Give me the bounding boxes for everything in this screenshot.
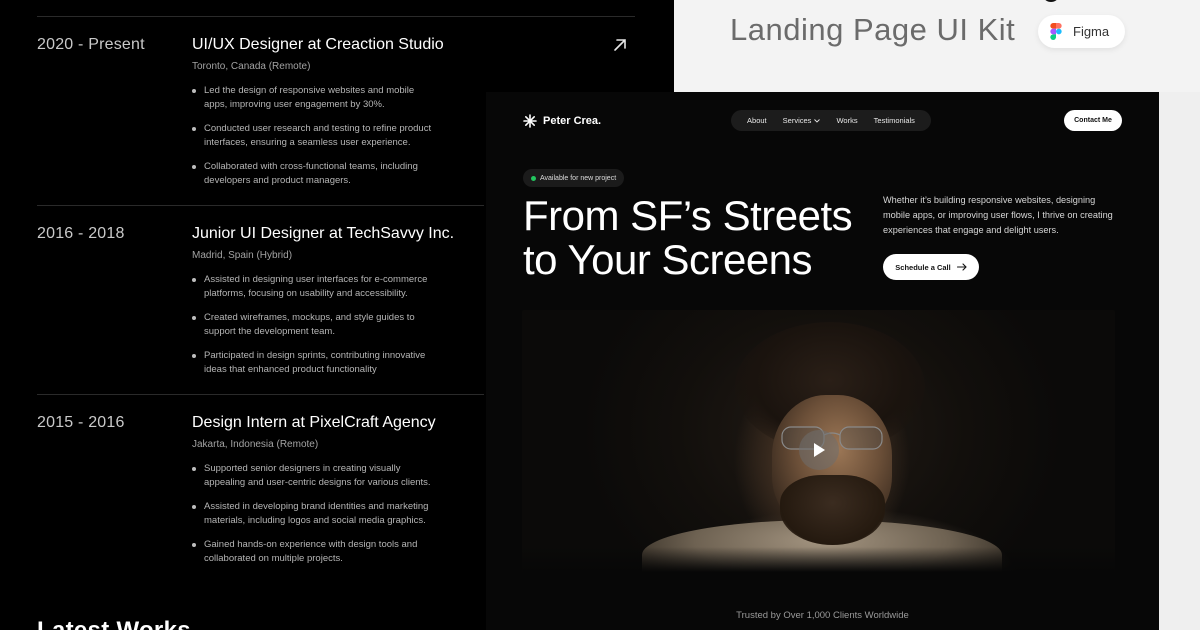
nav-item-testimonials[interactable]: Testimonials <box>874 116 915 125</box>
experience-bullet: Led the design of responsive websites an… <box>192 84 437 111</box>
experience-bullets: Assisted in designing user interfaces fo… <box>192 273 437 387</box>
figma-label: Figma <box>1073 24 1110 39</box>
play-icon <box>814 443 825 457</box>
nav-item-works[interactable]: Works <box>836 116 857 125</box>
availability-text: Available for new project <box>540 174 617 182</box>
experience-period: 2016 - 2018 <box>37 225 125 242</box>
experience-title: UI/UX Designer at Creaction Studio <box>192 36 444 53</box>
availability-badge: Available for new project <box>523 169 625 187</box>
video-fade <box>522 547 1115 572</box>
decorative-shape <box>1044 0 1058 2</box>
arrow-up-right-icon[interactable] <box>612 37 628 53</box>
video-player[interactable] <box>522 310 1115 572</box>
landing-page-preview: Peter Crea. About Services Works Testimo… <box>486 92 1159 630</box>
experience-bullet: Participated in design sprints, contribu… <box>192 349 437 376</box>
background-strip <box>1159 92 1200 630</box>
experience-bullet: Assisted in developing brand identities … <box>192 500 437 527</box>
experience-bullet: Conducted user research and testing to r… <box>192 122 437 149</box>
brand[interactable]: Peter Crea. <box>523 114 601 128</box>
trusted-caption: Trusted by Over 1,000 Clients Worldwide <box>736 610 909 621</box>
figma-icon <box>1050 23 1062 40</box>
experience-title: Junior UI Designer at TechSavvy Inc. <box>192 225 455 242</box>
kit-banner: Landing Page UI Kit Figma <box>674 0 1200 92</box>
nav-item-services[interactable]: Services <box>783 116 821 125</box>
experience-bullet: Collaborated with cross-functional teams… <box>192 160 437 187</box>
schedule-call-button[interactable]: Schedule a Call <box>883 254 979 280</box>
play-button[interactable] <box>799 430 839 470</box>
experience-period: 2020 - Present <box>37 36 145 53</box>
experience-bullets: Led the design of responsive websites an… <box>192 84 437 198</box>
nav-item-about[interactable]: About <box>747 116 767 125</box>
section-heading: Latest Works <box>37 617 191 630</box>
nav-item-label: Services <box>782 116 812 125</box>
experience-location: Toronto, Canada (Remote) <box>192 61 311 72</box>
contact-button[interactable]: Contact Me <box>1064 110 1122 131</box>
arrow-right-icon <box>956 263 967 271</box>
divider <box>37 16 635 17</box>
nav-bar: About Services Works Testimonials <box>731 110 931 131</box>
hero-headline: From SF’s Streets <box>523 192 853 239</box>
chevron-down-icon <box>814 118 821 123</box>
experience-title: Design Intern at PixelCraft Agency <box>192 414 436 431</box>
sparkle-logo-icon <box>523 114 537 128</box>
hero-description: Whether it’s building responsive website… <box>883 195 1113 235</box>
status-dot <box>531 175 536 181</box>
video-frame-subject <box>780 475 885 545</box>
divider <box>37 394 484 395</box>
experience-bullet: Created wireframes, mockups, and style g… <box>192 311 437 338</box>
experience-bullet: Assisted in designing user interfaces fo… <box>192 273 437 300</box>
kit-title: Landing Page UI Kit <box>730 12 1016 47</box>
experience-location: Jakarta, Indonesia (Remote) <box>192 439 319 450</box>
brand-name: Peter Crea. <box>543 115 602 127</box>
experience-bullet: Gained hands-on experience with design t… <box>192 538 437 565</box>
figma-badge[interactable]: Figma <box>1038 15 1125 48</box>
experience-period: 2015 - 2016 <box>37 414 125 431</box>
hero-headline: to Your Screens <box>523 236 813 283</box>
divider <box>37 205 484 206</box>
experience-location: Madrid, Spain (Hybrid) <box>192 250 293 261</box>
schedule-label: Schedule a Call <box>895 262 951 272</box>
experience-bullet: Supported senior designers in creating v… <box>192 462 437 489</box>
experience-bullets: Supported senior designers in creating v… <box>192 462 437 576</box>
